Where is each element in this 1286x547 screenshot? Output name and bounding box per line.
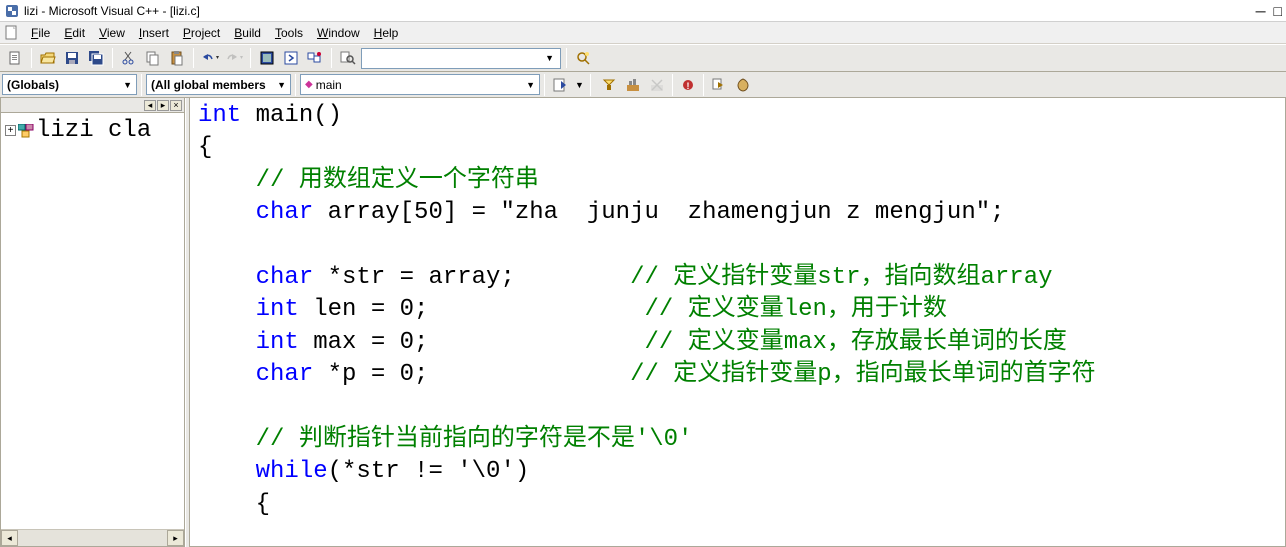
- panel-next-button[interactable]: ▸: [157, 100, 169, 111]
- menu-file[interactable]: File: [24, 24, 57, 42]
- execute-button[interactable]: !: [677, 74, 699, 96]
- build-button[interactable]: [622, 74, 644, 96]
- tree-root-item[interactable]: + lizi cla: [5, 117, 180, 144]
- app-icon: [4, 3, 20, 19]
- panel-close-button[interactable]: ×: [170, 100, 182, 111]
- menu-insert[interactable]: Insert: [132, 24, 176, 42]
- compile-button[interactable]: [598, 74, 620, 96]
- open-button[interactable]: [37, 47, 59, 69]
- panel-hscroll[interactable]: ◂ ▸: [1, 529, 184, 546]
- copy-button[interactable]: [142, 47, 164, 69]
- goto-button[interactable]: [549, 74, 571, 96]
- output-button[interactable]: [280, 47, 302, 69]
- menu-build[interactable]: Build: [227, 24, 268, 42]
- workspace-button[interactable]: [256, 47, 278, 69]
- menu-bar: File Edit View Insert Project Build Tool…: [0, 22, 1286, 44]
- function-combo-value: main: [316, 78, 342, 92]
- function-icon: ◆: [305, 79, 313, 90]
- function-combo[interactable]: ◆ main ▼: [300, 74, 540, 95]
- maximize-button[interactable]: □: [1274, 3, 1282, 19]
- svg-text:!: !: [686, 81, 689, 91]
- scroll-right-button[interactable]: ▸: [167, 530, 184, 546]
- menu-tools[interactable]: Tools: [268, 24, 310, 42]
- stop-build-button[interactable]: [646, 74, 668, 96]
- go-button[interactable]: [708, 74, 730, 96]
- search-button[interactable]: [572, 47, 594, 69]
- redo-button[interactable]: [223, 47, 245, 69]
- title-bar: lizi - Microsoft Visual C++ - [lizi.c] ─…: [0, 0, 1286, 22]
- main-toolbar: ▼: [0, 44, 1286, 72]
- window-list-button[interactable]: [304, 47, 326, 69]
- save-all-button[interactable]: [85, 47, 107, 69]
- paste-button[interactable]: [166, 47, 188, 69]
- scope-combo[interactable]: (Globals) ▼: [2, 74, 137, 95]
- scope-combo-value: (Globals): [7, 78, 59, 92]
- scroll-track[interactable]: [18, 530, 167, 546]
- code-editor[interactable]: int main() { // 用数组定义一个字符串 char array[50…: [190, 98, 1286, 547]
- menu-edit[interactable]: Edit: [57, 24, 92, 42]
- menu-view[interactable]: View: [92, 24, 132, 42]
- menu-project[interactable]: Project: [176, 24, 227, 42]
- save-button[interactable]: [61, 47, 83, 69]
- class-tree[interactable]: + lizi cla: [1, 113, 184, 529]
- main-area: ◂ ▸ × + lizi cla ◂ ▸ int main() { // 用数组…: [0, 98, 1286, 547]
- scroll-left-button[interactable]: ◂: [1, 530, 18, 546]
- cut-button[interactable]: [118, 47, 140, 69]
- undo-button[interactable]: [199, 47, 221, 69]
- document-icon[interactable]: [4, 25, 20, 41]
- menu-window[interactable]: Window: [310, 24, 367, 42]
- window-title: lizi - Microsoft Visual C++ - [lizi.c]: [24, 4, 200, 18]
- members-toolbar: (Globals) ▼ (All global members ▼ ◆ main…: [0, 72, 1286, 98]
- new-text-file-button[interactable]: [4, 47, 26, 69]
- members-combo[interactable]: (All global members ▼: [146, 74, 291, 95]
- find-in-files-button[interactable]: [337, 47, 359, 69]
- members-combo-value: (All global members: [151, 78, 266, 92]
- find-combo[interactable]: ▼: [361, 48, 561, 69]
- tree-expand-icon[interactable]: +: [5, 125, 16, 136]
- insert-breakpoint-button[interactable]: [732, 74, 754, 96]
- workspace-panel: ◂ ▸ × + lizi cla ◂ ▸: [0, 98, 185, 547]
- minimize-button[interactable]: ─: [1256, 3, 1266, 19]
- panel-prev-button[interactable]: ◂: [144, 100, 156, 111]
- menu-help[interactable]: Help: [367, 24, 406, 42]
- tree-root-label: lizi cla: [36, 117, 151, 144]
- classes-icon: [18, 124, 34, 138]
